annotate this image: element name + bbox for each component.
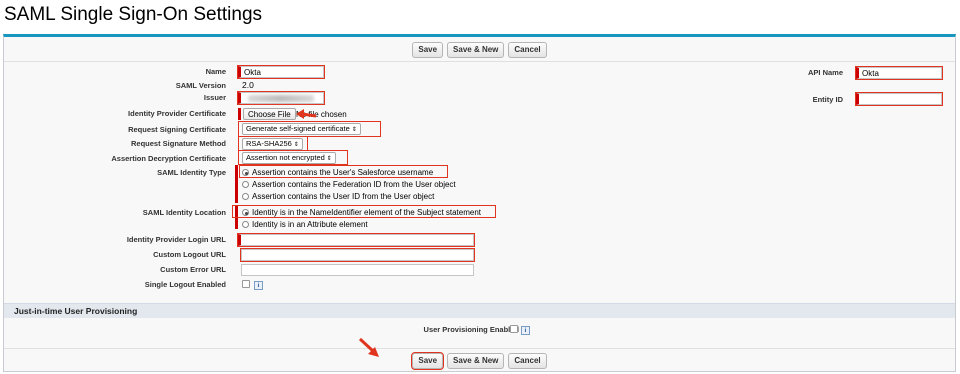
settings-panel: Save Save & New Cancel Name Okta SAML Ve… — [3, 34, 956, 372]
top-button-bar: Save Save & New Cancel — [4, 39, 955, 61]
request-signing-cert-select[interactable]: Generate self-signed certificate ⇕ — [242, 123, 361, 135]
saml-version-label: SAML Version — [175, 81, 226, 90]
radio[interactable] — [242, 181, 249, 188]
name-input[interactable]: Okta — [237, 65, 325, 79]
request-signing-cert-label: Request Signing Certificate — [128, 125, 226, 134]
custom-logout-url-label: Custom Logout URL — [153, 250, 226, 259]
save-button-top[interactable]: Save — [412, 42, 444, 58]
saml-version-value: 2.0 — [242, 80, 254, 90]
jit-section-heading: Just-in-time User Provisioning — [4, 303, 955, 318]
user-provisioning-label: User Provisioning Enabled — [423, 325, 519, 334]
user-provisioning-checkbox[interactable] — [510, 325, 518, 333]
identity-type-option-userid[interactable]: Assertion contains the User ID from the … — [242, 192, 434, 201]
divider — [4, 348, 955, 349]
radio[interactable] — [242, 193, 249, 200]
choose-file-button[interactable]: Choose File — [243, 108, 296, 120]
request-signature-method-label: Request Signature Method — [130, 139, 226, 148]
issuer-redacted — [248, 95, 314, 102]
single-logout-label: Single Logout Enabled — [144, 280, 226, 289]
idp-login-url-input[interactable] — [237, 233, 475, 247]
assertion-decryption-cert-label: Assertion Decryption Certificate — [111, 154, 226, 163]
issuer-label: Issuer — [203, 93, 226, 102]
required-marker — [235, 165, 238, 203]
custom-logout-url-input[interactable] — [240, 248, 475, 262]
api-name-input[interactable]: Okta — [855, 66, 943, 80]
info-icon[interactable]: i — [254, 281, 263, 290]
name-label: Name — [205, 67, 226, 76]
custom-error-url-input[interactable] — [241, 264, 474, 276]
radio-selected[interactable] — [242, 169, 249, 176]
divider — [4, 61, 955, 62]
radio[interactable] — [242, 221, 249, 228]
request-signature-method-select[interactable]: RSA-SHA256 ⇕ — [242, 138, 303, 150]
assertion-decryption-cert-select[interactable]: Assertion not encrypted ⇕ — [242, 152, 336, 164]
identity-type-option-username[interactable]: Assertion contains the User's Salesforce… — [242, 168, 433, 177]
identity-type-option-federation[interactable]: Assertion contains the Federation ID fro… — [242, 180, 456, 189]
arrow-down-right-icon — [358, 337, 379, 357]
radio-selected[interactable] — [242, 209, 249, 216]
required-marker — [238, 108, 241, 120]
save-new-button-top[interactable]: Save & New — [447, 42, 505, 58]
updown-icon: ⇕ — [351, 127, 357, 133]
updown-icon: ⇕ — [293, 142, 299, 148]
updown-icon: ⇕ — [326, 156, 332, 162]
idp-certificate-label: Identity Provider Certificate — [128, 109, 226, 118]
saml-identity-location-label: SAML Identity Location — [142, 208, 226, 217]
custom-error-url-label: Custom Error URL — [160, 265, 226, 274]
save-button-bottom[interactable]: Save — [411, 352, 445, 370]
cancel-button-top[interactable]: Cancel — [508, 42, 547, 58]
page-title: SAML Single Sign-On Settings — [4, 4, 263, 25]
entity-id-input[interactable] — [855, 92, 943, 106]
single-logout-checkbox[interactable] — [242, 280, 250, 288]
saml-identity-type-label: SAML Identity Type — [157, 168, 226, 177]
identity-location-option-nameid[interactable]: Identity is in the NameIdentifier elemen… — [242, 208, 481, 217]
bottom-button-bar: Save Save & New Cancel — [4, 350, 955, 372]
api-name-label: API Name — [807, 68, 843, 77]
save-new-button-bottom[interactable]: Save & New — [447, 353, 505, 369]
arrow-left-icon — [296, 109, 317, 119]
cancel-button-bottom[interactable]: Cancel — [508, 353, 547, 369]
idp-login-url-label: Identity Provider Login URL — [126, 235, 226, 244]
info-icon[interactable]: i — [521, 326, 530, 335]
entity-id-label: Entity ID — [812, 95, 843, 104]
identity-location-option-attribute[interactable]: Identity is in an Attribute element — [242, 220, 368, 229]
